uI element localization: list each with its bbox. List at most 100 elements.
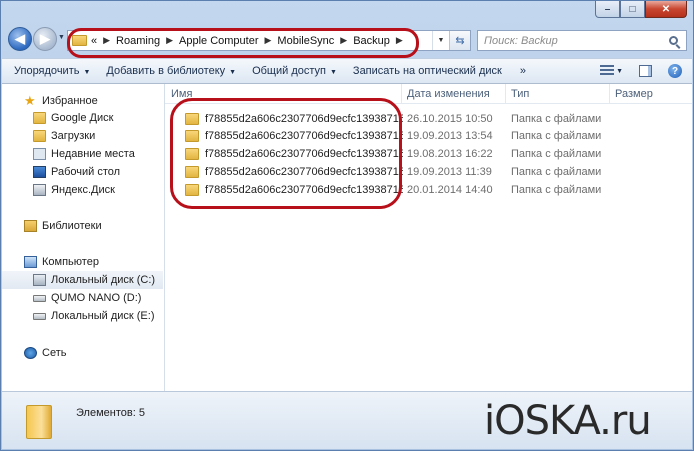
desktop-icon — [33, 166, 46, 178]
organize-button[interactable]: Упорядочить ▼ — [14, 65, 90, 77]
nav-label: Рабочий стол — [51, 166, 121, 178]
column-name[interactable]: Имя — [171, 88, 192, 100]
breadcrumb-backup[interactable]: Backup — [353, 35, 390, 47]
chevron-right-icon[interactable]: ▶ — [265, 35, 272, 46]
nav-label: Сеть — [42, 347, 67, 359]
column-headers: Имя Дата изменения Тип Размер — [165, 84, 692, 104]
column-divider[interactable] — [401, 84, 402, 103]
table-row[interactable]: f78855d2a606c2307706d9ecfc139387166a... … — [177, 127, 677, 145]
folder-icon — [26, 405, 52, 439]
file-type: Папка с файлами — [511, 166, 602, 178]
column-divider[interactable] — [505, 84, 506, 103]
column-date[interactable]: Дата изменения — [407, 88, 490, 100]
organize-label: Упорядочить — [14, 65, 80, 77]
folder-icon — [185, 148, 199, 160]
refresh-button[interactable]: ⇆ — [449, 31, 470, 50]
add-to-library-label: Добавить в библиотеку — [106, 65, 226, 77]
table-row[interactable]: f78855d2a606c2307706d9ecfc139387166a... … — [177, 145, 677, 163]
arrow-left-icon: ◀ — [15, 31, 25, 46]
nav-libraries[interactable]: Библиотеки — [24, 217, 185, 235]
address-actions: ▼ ⇆ — [432, 31, 470, 50]
system-drive-icon — [33, 274, 46, 286]
window-controls: – □ ✕ — [595, 1, 687, 18]
site-watermark: iOSKA.ru — [484, 398, 652, 444]
back-button[interactable]: ◀ — [8, 27, 32, 51]
item-count: Элементов: 5 — [76, 407, 145, 419]
column-type[interactable]: Тип — [511, 88, 529, 100]
network-icon — [24, 347, 37, 359]
navigation-bar: ◀ ▶ ▼ « ▶ Roaming ▶ Apple Computer ▶ Mob… — [1, 24, 694, 56]
add-to-library-button[interactable]: Добавить в библиотеку ▼ — [106, 65, 236, 77]
nav-local-disk-c[interactable]: Локальный диск (C:) — [2, 271, 163, 289]
view-controls: ▼ ? — [600, 64, 692, 78]
chevron-right-icon[interactable]: ▶ — [166, 35, 173, 46]
nav-label: Недавние места — [51, 148, 135, 160]
libraries-icon — [24, 220, 37, 232]
file-type: Папка с файлами — [511, 184, 602, 196]
file-name: f78855d2a606c2307706d9ecfc139387166a... — [205, 184, 403, 196]
forward-button[interactable]: ▶ — [33, 27, 57, 51]
folder-icon — [72, 35, 87, 46]
burn-button[interactable]: Записать на оптический диск — [353, 65, 502, 77]
nav-label: Локальный диск (E:) — [51, 310, 155, 322]
yandex-disk-icon — [33, 184, 46, 196]
chevron-right-icon[interactable]: ▶ — [103, 35, 110, 46]
nav-label: Загрузки — [51, 130, 96, 142]
chevron-right-icon[interactable]: ▶ — [396, 35, 403, 46]
view-options-dropdown[interactable]: ▼ — [616, 68, 623, 75]
file-date: 19.08.2013 16:22 — [407, 148, 493, 160]
view-options-icon[interactable] — [600, 65, 615, 77]
explorer-window: – □ ✕ ◀ ▶ ▼ « ▶ Roaming ▶ Apple Computer… — [0, 0, 694, 451]
details-pane: Элементов: 5 iOSKA.ru — [2, 391, 692, 449]
help-icon[interactable]: ? — [668, 64, 682, 78]
chevron-right-icon[interactable]: ▶ — [340, 35, 347, 46]
preview-pane-icon[interactable] — [639, 65, 652, 77]
nav-favorites[interactable]: ★ Избранное — [24, 92, 185, 110]
search-input[interactable] — [478, 34, 670, 47]
close-button[interactable]: ✕ — [645, 1, 687, 18]
chevron-down-icon: ▼ — [83, 69, 91, 76]
nav-label: Яндекс.Диск — [51, 184, 115, 196]
column-size[interactable]: Размер — [615, 88, 653, 100]
computer-icon — [24, 256, 37, 268]
table-row[interactable]: f78855d2a606c2307706d9ecfc139387166a... … — [177, 181, 677, 199]
file-name: f78855d2a606c2307706d9ecfc139387166a... — [205, 130, 403, 142]
maximize-button[interactable]: □ — [620, 1, 645, 18]
file-date: 26.10.2015 10:50 — [407, 113, 493, 125]
breadcrumb-mobilesync[interactable]: MobileSync — [277, 35, 334, 47]
nav-network[interactable]: Сеть — [24, 344, 185, 362]
file-type: Папка с файлами — [511, 148, 602, 160]
column-divider[interactable] — [609, 84, 610, 103]
table-row[interactable]: f78855d2a606c2307706d9ecfc139387166a... … — [177, 163, 677, 181]
nav-label: Избранное — [42, 95, 98, 107]
nav-label: Локальный диск (C:) — [51, 274, 156, 286]
address-history-dropdown[interactable]: ▼ — [432, 31, 449, 50]
file-list: Имя Дата изменения Тип Размер f78855d2a6… — [165, 84, 692, 391]
nav-label: Библиотеки — [42, 220, 102, 232]
breadcrumb-roaming[interactable]: Roaming — [116, 35, 160, 47]
chevron-down-icon: ▼ — [329, 69, 337, 76]
breadcrumb-overflow[interactable]: « — [91, 35, 97, 47]
minimize-button[interactable]: – — [595, 1, 620, 18]
file-name: f78855d2a606c2307706d9ecfc139387166a... — [205, 148, 403, 160]
arrow-right-icon: ▶ — [40, 31, 50, 46]
address-bar[interactable]: « ▶ Roaming ▶ Apple Computer ▶ MobileSyn… — [67, 30, 471, 51]
nav-computer[interactable]: Компьютер — [24, 253, 185, 271]
file-date: 19.09.2013 13:54 — [407, 130, 493, 142]
share-button[interactable]: Общий доступ ▼ — [252, 65, 337, 77]
file-date: 19.09.2013 11:39 — [407, 166, 492, 178]
file-type: Папка с файлами — [511, 113, 602, 125]
folder-icon — [33, 112, 46, 124]
search-icon[interactable] — [669, 36, 678, 45]
breadcrumb-apple-computer[interactable]: Apple Computer — [179, 35, 259, 47]
nav-label: Компьютер — [42, 256, 99, 268]
table-row[interactable]: f78855d2a606c2307706d9ecfc139387166a... … — [177, 110, 677, 128]
more-commands-button[interactable]: » — [520, 65, 526, 77]
refresh-icon: ⇆ — [455, 35, 465, 47]
recent-places-icon — [33, 148, 46, 160]
navigation-pane: ★ Избранное Google Диск Загрузки Недавние… — [2, 84, 165, 391]
share-label: Общий доступ — [252, 65, 326, 77]
recent-pages-dropdown[interactable]: ▼ — [58, 34, 65, 41]
file-type: Папка с файлами — [511, 130, 602, 142]
hard-drive-icon — [33, 312, 46, 320]
